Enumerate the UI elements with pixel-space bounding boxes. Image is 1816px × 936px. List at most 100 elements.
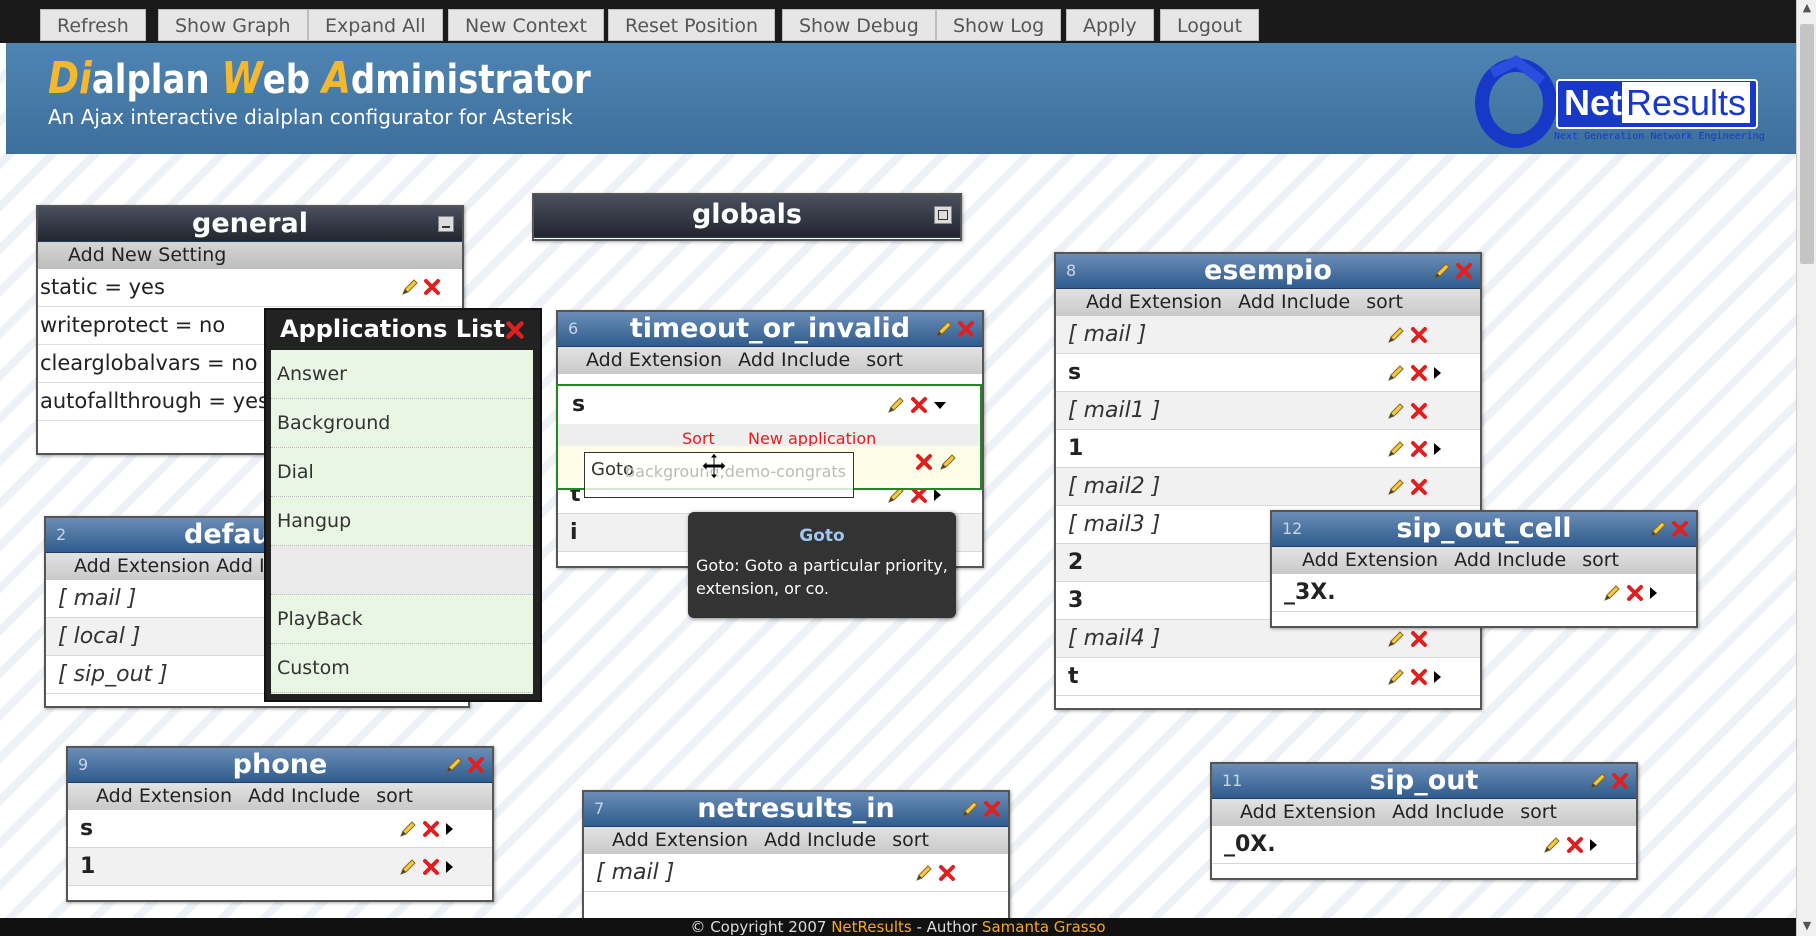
context-esempio[interactable]: 8 esempio Add Extension Add Include sort… [1054,252,1482,710]
extension-row[interactable]: 1 [1056,430,1480,468]
edit-pencil-icon[interactable] [398,857,418,877]
expand-arrow-icon[interactable] [1650,587,1657,599]
footer-author-link[interactable]: Samanta Grasso [982,918,1106,936]
add-extension-link[interactable]: Add Extension [586,349,722,371]
expand-arrow-icon[interactable] [446,861,453,873]
delete-icon[interactable] [1409,325,1429,345]
delete-icon[interactable] [909,395,929,415]
edit-pencil-icon[interactable] [938,452,958,472]
context-header[interactable]: 9 phone [68,748,492,783]
edit-pencil-icon[interactable] [1386,629,1406,649]
app-item-dial[interactable]: Dial [271,448,533,497]
edit-pencil-icon[interactable] [444,755,464,775]
edit-pencil-icon[interactable] [1542,835,1562,855]
expand-arrow-icon[interactable] [934,489,941,501]
show-debug-button[interactable]: Show Debug [782,9,936,41]
edit-pencil-icon[interactable] [914,863,934,883]
delete-icon[interactable] [422,277,442,297]
include-row[interactable]: [ mail2 ] [1056,468,1480,506]
refresh-button[interactable]: Refresh [40,9,146,41]
delete-icon[interactable] [1409,439,1429,459]
edit-pencil-icon[interactable] [886,395,906,415]
delete-icon[interactable] [1409,401,1429,421]
delete-icon[interactable] [1670,519,1690,539]
app-item-hangup[interactable]: Hangup [271,497,533,546]
extension-row[interactable]: _0X. [1212,826,1636,864]
sort-link[interactable]: sort [1520,801,1557,823]
footer-company-link[interactable]: NetResults [831,918,912,936]
new-context-button[interactable]: New Context [448,9,604,41]
delete-icon[interactable] [421,857,441,877]
delete-icon[interactable] [1625,583,1645,603]
scroll-down-icon[interactable]: ▼ [1797,918,1816,934]
vertical-scrollbar[interactable]: ▲ ▼ [1796,0,1816,936]
edit-pencil-icon[interactable] [1386,667,1406,687]
add-extension-link[interactable]: Add Extension [1240,801,1376,823]
add-include-link[interactable]: Add Include [738,349,850,371]
extension-row[interactable]: 1 [68,848,492,886]
add-extension-link[interactable]: Add Extension [1302,549,1438,571]
app-item-placeholder[interactable] [271,546,533,595]
add-extension-link[interactable]: Add Extension [96,785,232,807]
context-header[interactable]: 8 esempio [1056,254,1480,289]
delete-icon[interactable] [982,799,1002,819]
context-header[interactable]: 12 sip_out_cell [1272,512,1696,547]
add-include-link[interactable]: Add Include [1238,291,1350,313]
context-header[interactable]: 7 netresults_in [584,792,1008,827]
edit-pencil-icon[interactable] [1386,363,1406,383]
scrollbar-thumb[interactable] [1800,24,1814,264]
expand-arrow-icon[interactable] [1590,839,1597,851]
context-sip-out-cell[interactable]: 12 sip_out_cell Add Extension Add Includ… [1270,510,1698,628]
edit-pencil-icon[interactable] [1386,401,1406,421]
context-globals[interactable]: globals [532,193,962,241]
edit-pencil-icon[interactable] [1386,439,1406,459]
show-graph-button[interactable]: Show Graph [158,9,308,41]
delete-icon[interactable] [914,452,934,472]
edit-pencil-icon[interactable] [1386,325,1406,345]
delete-icon[interactable] [1565,835,1585,855]
minimize-icon[interactable] [438,216,454,232]
applications-list-header[interactable]: Applications List [266,310,540,348]
close-icon[interactable] [504,319,526,341]
sort-link[interactable]: sort [892,829,929,851]
sort-link[interactable]: sort [1582,549,1619,571]
delete-icon[interactable] [1409,477,1429,497]
edit-pencil-icon[interactable] [960,799,980,819]
edit-pencil-icon[interactable] [1386,477,1406,497]
context-phone[interactable]: 9 phone Add Extension Add Include sort s… [66,746,494,902]
delete-icon[interactable] [466,755,486,775]
add-include-link[interactable]: Add Include [764,829,876,851]
edit-pencil-icon[interactable] [1648,519,1668,539]
context-sip-out[interactable]: 11 sip_out Add Extension Add Include sor… [1210,762,1638,880]
include-row[interactable]: [ mail ] [1056,316,1480,354]
context-header[interactable]: 11 sip_out [1212,764,1636,799]
extension-row[interactable]: _3X. [1272,574,1696,612]
expand-arrow-icon[interactable] [446,823,453,835]
setting-row[interactable]: static = yes [38,269,462,307]
app-item-playback[interactable]: PlayBack [271,595,533,644]
extension-row[interactable]: s [68,810,492,848]
expand-arrow-icon[interactable] [1434,367,1441,379]
add-new-setting-link[interactable]: Add New Setting [38,242,462,269]
edit-pencil-icon[interactable] [1432,261,1452,281]
extension-row[interactable]: t [1056,658,1480,696]
delete-icon[interactable] [1409,667,1429,687]
sort-link[interactable]: sort [1366,291,1403,313]
scroll-up-icon[interactable]: ▲ [1797,0,1816,16]
extension-s-expanded[interactable]: s Sort New application Goto background,d… [556,384,982,498]
context-header[interactable]: 6 timeout_or_invalid [558,312,982,347]
dragged-application-goto[interactable]: Goto background,demo-congrats [584,452,854,498]
logout-button[interactable]: Logout [1160,9,1260,41]
collapse-arrow-icon[interactable] [934,401,946,409]
app-item-background[interactable]: Background [271,399,533,448]
include-row[interactable]: [ mail1 ] [1056,392,1480,430]
delete-icon[interactable] [937,863,957,883]
add-include-link[interactable]: Add Include [1454,549,1566,571]
edit-pencil-icon[interactable] [398,819,418,839]
expand-arrow-icon[interactable] [1434,671,1441,683]
add-extension-link[interactable]: Add Extension [1086,291,1222,313]
priority-row[interactable]: Goto background,demo-congrats [558,446,980,498]
edit-pencil-icon[interactable] [1588,771,1608,791]
edit-pencil-icon[interactable] [934,319,954,339]
app-item-custom[interactable]: Custom [271,644,533,693]
